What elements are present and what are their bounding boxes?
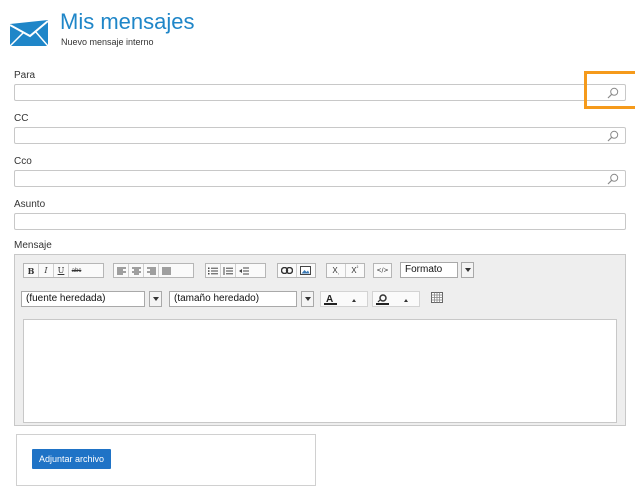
cc-input[interactable] xyxy=(15,131,625,146)
link-icon[interactable] xyxy=(278,264,297,277)
align-right-icon[interactable] xyxy=(144,264,159,277)
message-body-area[interactable] xyxy=(23,319,617,423)
font-family-select[interactable]: (fuente heredada) xyxy=(21,291,145,307)
para-input[interactable] xyxy=(15,88,625,103)
cc-label: CC xyxy=(14,113,29,124)
italic-button[interactable]: I xyxy=(39,264,54,277)
script-group: X, X² xyxy=(326,263,365,278)
page-subtitle: Nuevo mensaje interno xyxy=(61,37,154,47)
rich-text-editor: B I U abc X , X ² </> Formato (fuente he… xyxy=(14,254,626,426)
font-size-select[interactable]: (tamaño heredado) xyxy=(169,291,297,307)
text-color-button[interactable]: A xyxy=(320,291,368,307)
para-label: Para xyxy=(14,70,36,81)
align-justify-icon[interactable] xyxy=(159,264,174,277)
align-group xyxy=(113,263,194,278)
superscript-button[interactable]: X² xyxy=(346,264,364,277)
text-style-group: B I U abc xyxy=(23,263,104,278)
list-group xyxy=(205,263,266,278)
bold-button[interactable]: B xyxy=(24,264,39,277)
text-color-icon: A xyxy=(324,294,356,305)
source-code-button[interactable]: </> xyxy=(373,263,392,278)
envelope-icon xyxy=(10,20,48,46)
search-icon[interactable] xyxy=(607,130,619,142)
attach-file-button[interactable]: Adjuntar archivo xyxy=(32,449,112,469)
attachments-panel: Adjuntar archivo xyxy=(16,434,316,486)
search-highlight xyxy=(584,71,635,109)
insert-group xyxy=(277,263,316,278)
cco-label: Cco xyxy=(14,156,32,167)
asunto-input[interactable] xyxy=(15,217,625,232)
numbered-list-icon[interactable] xyxy=(221,264,236,277)
strikethrough-button[interactable]: abc xyxy=(69,264,84,277)
align-center-icon[interactable] xyxy=(129,264,144,277)
background-color-button[interactable] xyxy=(372,291,420,307)
align-left-icon[interactable] xyxy=(114,264,129,277)
outdent-icon[interactable] xyxy=(236,264,251,277)
search-icon[interactable] xyxy=(607,173,619,185)
para-field[interactable] xyxy=(14,84,626,103)
background-color-icon xyxy=(376,294,408,305)
asunto-field[interactable] xyxy=(14,213,626,232)
page-header: Mis mensajes Nuevo mensaje interno xyxy=(10,8,310,48)
cc-field[interactable] xyxy=(14,127,626,146)
bullet-list-icon[interactable] xyxy=(206,264,221,277)
format-select[interactable]: Formato xyxy=(400,262,458,278)
cco-field[interactable] xyxy=(14,170,626,189)
subscript-button[interactable]: X, xyxy=(327,264,346,277)
font-family-dropdown-icon[interactable] xyxy=(149,291,162,307)
page-title: Mis mensajes xyxy=(60,9,195,34)
image-icon[interactable] xyxy=(297,264,315,277)
mensaje-label: Mensaje xyxy=(14,240,52,251)
table-icon[interactable] xyxy=(429,290,445,305)
format-dropdown-icon[interactable] xyxy=(461,262,474,278)
cco-input[interactable] xyxy=(15,174,625,189)
font-size-dropdown-icon[interactable] xyxy=(301,291,314,307)
underline-button[interactable]: U xyxy=(54,264,69,277)
asunto-label: Asunto xyxy=(14,199,46,210)
